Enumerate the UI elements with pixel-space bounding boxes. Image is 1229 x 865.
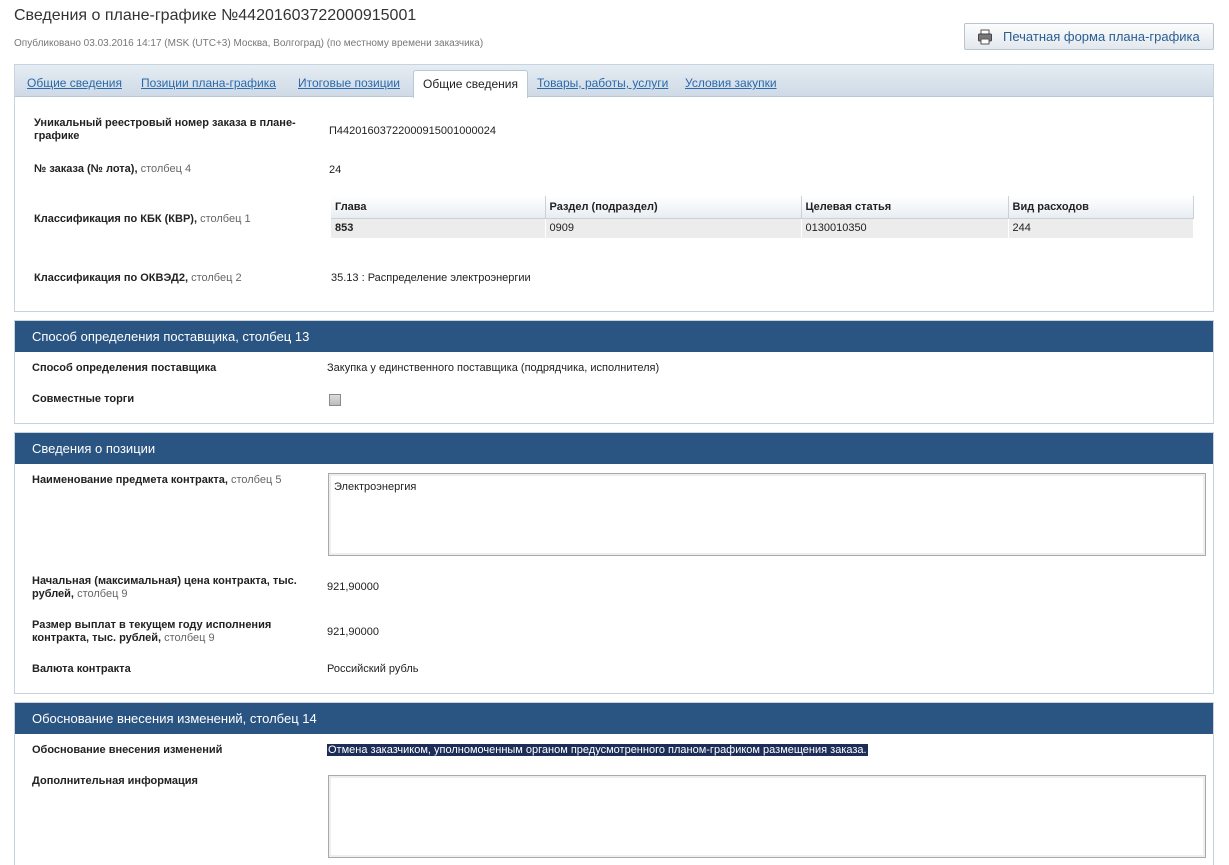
okved-label: Классификация по ОКВЭД2, столбец 2: [34, 272, 242, 285]
okved-value: 35.13 : Распределение электроэнергии: [331, 272, 531, 284]
subject-label: Наименование предмета контракта, столбец…: [32, 474, 281, 487]
reg-number-value: П44201603722000915001000024: [329, 125, 496, 137]
kbk-header-expense-type: Вид расходов: [1008, 196, 1194, 219]
tab-totals[interactable]: Итоговые позиции: [298, 76, 400, 90]
order-no-col: столбец 4: [140, 163, 192, 175]
currency-label: Валюта контракта: [32, 663, 131, 675]
payment-value: 921,90000: [327, 626, 379, 638]
extra-info-field[interactable]: [328, 775, 1206, 858]
payment-label-line2: контракта, тыс. рублей,: [32, 632, 162, 644]
printer-icon: [978, 29, 992, 44]
change-reason-text: Отмена заказчиком, уполномоченным органо…: [327, 744, 868, 756]
kbk-header-target: Целевая статья: [801, 196, 1009, 219]
supplier-section-title: Способ определения поставщика, столбец 1…: [15, 321, 1213, 352]
order-no-value: 24: [329, 164, 342, 176]
print-form-button[interactable]: Печатная форма плана-графика: [964, 23, 1214, 50]
change-reason-value: Отмена заказчиком, уполномоченным органо…: [327, 744, 868, 756]
kbk-cell-section: 0909: [545, 218, 802, 238]
subject-col: столбец 5: [230, 474, 282, 486]
position-section: Сведения о позиции Наименование предмета…: [14, 432, 1214, 694]
kbk-cell-target: 0130010350: [801, 218, 1009, 238]
tab-general-1[interactable]: Общие сведения: [27, 76, 122, 90]
reg-number-label: Уникальный реестровый номер заказа в пла…: [34, 117, 296, 142]
kbk-cell-chapter: 853: [331, 218, 546, 238]
kbk-label: Классификация по КБК (КВР), столбец 1: [34, 213, 251, 226]
page-title: Сведения о плане-графике №44201603722000…: [14, 7, 417, 24]
price-label-line2: рублей,: [32, 588, 74, 600]
changes-section-title: Обоснование внесения изменений, столбец …: [15, 703, 1213, 734]
subject-field[interactable]: Электроэнергия: [328, 473, 1206, 556]
payment-col: столбец 9: [164, 632, 215, 644]
price-col: столбец 9: [77, 588, 128, 600]
tab-goods-works-services[interactable]: Товары, работы, услуги: [537, 76, 668, 90]
kbk-col: столбец 1: [200, 213, 251, 225]
tab-bar: Общие сведения Позиции плана-графика Ито…: [15, 65, 1213, 98]
position-section-title: Сведения о позиции: [15, 433, 1213, 464]
kbk-label-text: Классификация по КБК (КВР),: [34, 213, 198, 225]
changes-section: Обоснование внесения изменений, столбец …: [14, 702, 1214, 865]
subject-label-text: Наименование предмета контракта,: [32, 474, 228, 486]
extra-info-label: Дополнительная информация: [32, 775, 198, 787]
joint-trades-label: Совместные торги: [32, 393, 135, 405]
tab-positions[interactable]: Позиции плана-графика: [141, 76, 276, 90]
order-no-label: № заказа (№ лота), столбец 4: [34, 163, 191, 176]
published-info: Опубликовано 03.03.2016 14:17 (MSK (UTC+…: [14, 38, 484, 49]
kbk-header-row: Глава Раздел (подраздел) Целевая статья …: [331, 196, 1194, 219]
currency-value: Российский рубль: [327, 663, 419, 675]
okved-col: столбец 2: [191, 272, 242, 284]
payment-label-line1: Размер выплат в текущем году исполнения: [32, 619, 272, 631]
joint-trades-checkbox[interactable]: [329, 394, 341, 406]
tab-general-active[interactable]: Общие сведения: [413, 70, 528, 98]
price-label: Начальная (максимальная) цена контракта,…: [32, 575, 312, 601]
kbk-header-section: Раздел (подраздел): [545, 196, 802, 219]
order-no-label-text: № заказа (№ лота),: [34, 163, 138, 175]
kbk-header-chapter: Глава: [331, 196, 546, 219]
tab-purchase-conditions[interactable]: Условия закупки: [685, 76, 777, 90]
general-info-panel: Общие сведения Позиции плана-графика Ито…: [14, 64, 1214, 312]
print-form-label: Печатная форма плана-графика: [1003, 29, 1200, 44]
price-value: 921,90000: [327, 581, 379, 593]
okved-label-text: Классификация по ОКВЭД2,: [34, 272, 189, 284]
supplier-method-label: Способ определения поставщика: [32, 362, 217, 374]
kbk-table: Глава Раздел (подраздел) Целевая статья …: [331, 196, 1194, 238]
supplier-method-value: Закупка у единственного поставщика (подр…: [327, 362, 660, 374]
supplier-section: Способ определения поставщика, столбец 1…: [14, 320, 1214, 424]
change-reason-label: Обоснование внесения изменений: [32, 744, 223, 756]
payment-label: Размер выплат в текущем году исполнения …: [32, 619, 312, 645]
price-label-line1: Начальная (максимальная) цена контракта,…: [32, 575, 297, 587]
kbk-cell-expense-type: 244: [1008, 218, 1194, 238]
table-row: 853 0909 0130010350 244: [331, 218, 1194, 238]
